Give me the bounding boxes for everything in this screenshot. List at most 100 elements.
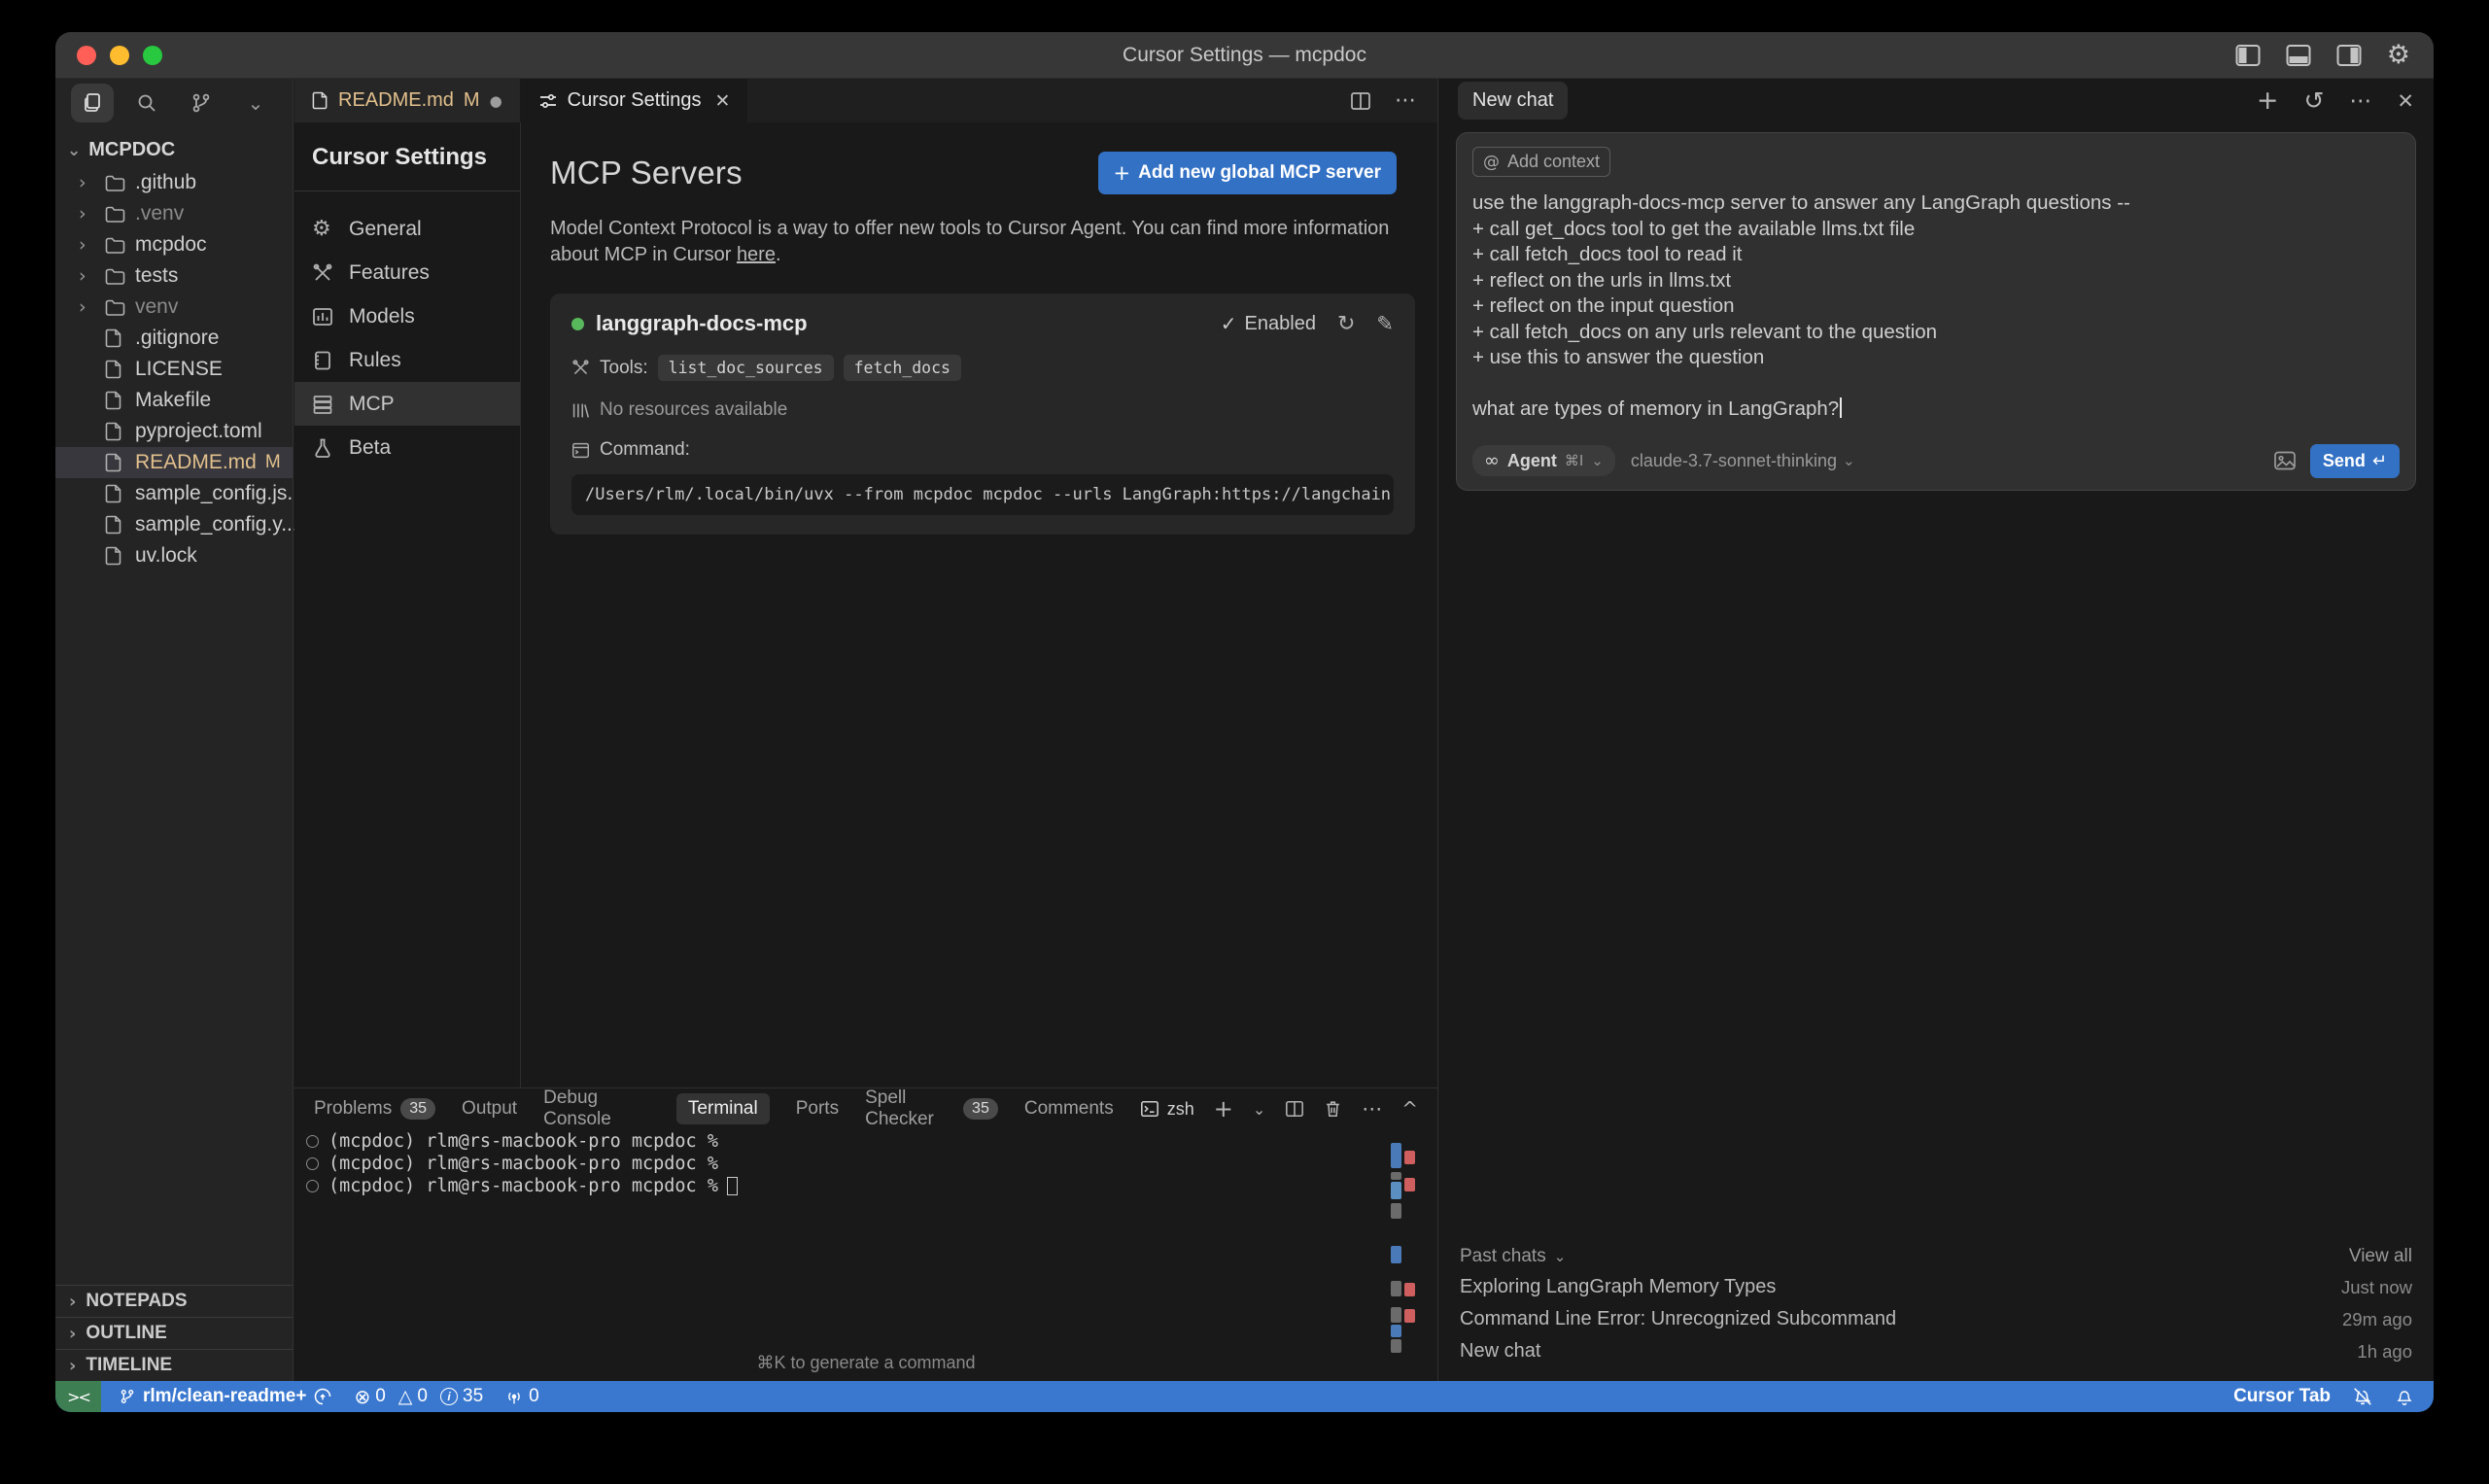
command-label: Command:: [600, 439, 690, 461]
sliders-icon: [538, 91, 558, 111]
cursor-tab-toggle[interactable]: Cursor Tab: [2233, 1386, 2331, 1407]
server-command[interactable]: /Users/rlm/.local/bin/uvx --from mcpdoc …: [571, 474, 1394, 515]
add-mcp-server-label: Add new global MCP server: [1138, 162, 1381, 184]
settings-nav-models[interactable]: Models: [294, 294, 520, 338]
settings-nav-features[interactable]: Features: [294, 251, 520, 294]
mcp-description-text: Model Context Protocol is a way to offer…: [550, 218, 1389, 265]
spell-checker-count-badge: 35: [963, 1098, 998, 1120]
chat-input-box[interactable]: @ Add context use the langgraph-docs-mcp…: [1456, 132, 2416, 491]
add-context-chip[interactable]: @ Add context: [1472, 147, 1610, 177]
unsaved-dot-icon[interactable]: ●: [490, 92, 502, 110]
ports-indicator[interactable]: 0: [504, 1386, 539, 1407]
tree-root-header[interactable]: ⌄ MCPDOC: [55, 127, 293, 167]
tree-item-makefile[interactable]: Makefile: [55, 385, 293, 416]
past-chat-item[interactable]: Exploring LangGraph Memory Types Just no…: [1460, 1271, 2412, 1303]
close-tab-icon[interactable]: ✕: [715, 90, 731, 112]
toggle-bottom-panel-icon[interactable]: [2286, 44, 2311, 67]
toggle-left-sidebar-icon[interactable]: [2235, 44, 2261, 67]
section-timeline[interactable]: › TIMELINE: [55, 1349, 293, 1381]
chevron-right-icon: ›: [69, 1292, 76, 1312]
chat-more-icon[interactable]: ⋯: [2349, 88, 2371, 114]
model-selector[interactable]: claude-3.7-sonnet-thinking ⌄: [1631, 451, 1855, 471]
tools-label: Tools:: [600, 358, 648, 379]
tree-item-readme[interactable]: README.md M: [55, 447, 293, 478]
tab-cursor-settings[interactable]: Cursor Settings ✕: [521, 79, 748, 122]
kill-terminal-icon[interactable]: [1324, 1099, 1342, 1119]
search-icon[interactable]: [125, 84, 168, 122]
tree-item-tests[interactable]: › tests: [55, 260, 293, 292]
panel-tab-output[interactable]: Output: [462, 1098, 517, 1120]
bell-icon[interactable]: [2395, 1386, 2414, 1407]
settings-nav-rules[interactable]: Rules: [294, 338, 520, 382]
view-all-link[interactable]: View all: [2349, 1246, 2412, 1267]
problems-count-badge: 35: [400, 1098, 435, 1120]
agent-mode-selector[interactable]: ∞ Agent ⌘I ⌄: [1472, 445, 1615, 476]
panel-tab-label: Problems: [314, 1098, 392, 1120]
tree-item-pyproject[interactable]: pyproject.toml: [55, 416, 293, 447]
maximize-panel-icon[interactable]: ^: [1401, 1097, 1418, 1121]
panel-tab-terminal[interactable]: Terminal: [676, 1093, 770, 1124]
panel-tab-debug-console[interactable]: Debug Console: [543, 1087, 650, 1130]
tool-chip[interactable]: fetch_docs: [844, 355, 961, 381]
panel-tab-ports[interactable]: Ports: [796, 1098, 839, 1120]
past-chats-label[interactable]: Past chats: [1460, 1246, 1546, 1267]
new-terminal-icon[interactable]: +: [1214, 1095, 1233, 1122]
section-outline[interactable]: › OUTLINE: [55, 1317, 293, 1349]
check-icon: ✓: [1221, 312, 1237, 335]
attach-image-icon[interactable]: [2273, 450, 2297, 471]
git-branch-indicator[interactable]: rlm/clean-readme+: [119, 1386, 332, 1407]
split-editor-icon[interactable]: [1350, 90, 1371, 112]
tree-item-mcpdoc[interactable]: › mcpdoc: [55, 229, 293, 260]
nav-label: Beta: [349, 436, 391, 460]
sync-changes-icon[interactable]: [313, 1387, 332, 1406]
settings-nav-mcp[interactable]: MCP: [294, 382, 520, 426]
settings-gear-icon[interactable]: ⚙: [2387, 42, 2410, 68]
shell-selector[interactable]: zsh: [1140, 1099, 1194, 1120]
tool-chip[interactable]: list_doc_sources: [658, 355, 834, 381]
remote-indicator[interactable]: ><: [55, 1381, 101, 1412]
tree-item-sample-config-js[interactable]: sample_config.js...: [55, 478, 293, 509]
tree-item-sample-config-yaml[interactable]: sample_config.y...: [55, 509, 293, 540]
notifications-muted-icon[interactable]: [2352, 1386, 2373, 1407]
tree-item-venv[interactable]: › venv: [55, 292, 293, 323]
tree-item-uvlock[interactable]: uv.lock: [55, 540, 293, 571]
send-button[interactable]: Send ↵: [2310, 444, 2400, 478]
panel-more-icon[interactable]: ⋯: [1362, 1097, 1382, 1121]
more-actions-icon[interactable]: ⋯: [1395, 88, 1416, 113]
tree-item-github[interactable]: › .github: [55, 167, 293, 198]
server-enabled-toggle[interactable]: ✓ Enabled: [1221, 312, 1316, 335]
tree-item-gitignore[interactable]: .gitignore: [55, 323, 293, 354]
model-name: claude-3.7-sonnet-thinking: [1631, 451, 1837, 471]
panel-tab-comments[interactable]: Comments: [1024, 1098, 1114, 1120]
panel-tab-spell-checker[interactable]: Spell Checker 35: [865, 1087, 998, 1130]
chat-message-text[interactable]: use the langgraph-docs-mcp server to ans…: [1472, 190, 2400, 423]
refresh-server-icon[interactable]: ↻: [1337, 312, 1355, 336]
mcp-here-link[interactable]: here: [737, 244, 776, 265]
panel-tab-problems[interactable]: Problems 35: [314, 1098, 435, 1120]
past-chat-item[interactable]: New chat 1h ago: [1460, 1335, 2412, 1367]
chat-history-icon[interactable]: ↺: [2303, 86, 2324, 115]
toggle-right-sidebar-icon[interactable]: [2336, 44, 2362, 67]
new-chat-icon[interactable]: +: [2257, 86, 2279, 116]
add-mcp-server-button[interactable]: + Add new global MCP server: [1098, 152, 1398, 194]
past-chat-item[interactable]: Command Line Error: Unrecognized Subcomm…: [1460, 1303, 2412, 1335]
tab-readme[interactable]: README.md M ●: [294, 79, 521, 122]
file-icon: [105, 515, 126, 535]
edit-server-icon[interactable]: ✎: [1376, 312, 1394, 335]
terminal-dropdown-icon[interactable]: ⌄: [1253, 1100, 1265, 1119]
section-label: OUTLINE: [86, 1323, 166, 1344]
settings-nav-general[interactable]: ⚙ General: [294, 207, 520, 251]
tree-item-license[interactable]: LICENSE: [55, 354, 293, 385]
split-terminal-icon[interactable]: [1285, 1099, 1304, 1119]
problems-indicator[interactable]: ⊗ 0 △ 0 i 35: [354, 1385, 483, 1408]
text-caret: [1840, 397, 1842, 418]
close-chat-icon[interactable]: ✕: [2397, 89, 2414, 113]
section-notepads[interactable]: › NOTEPADS: [55, 1285, 293, 1317]
tree-item-venv-hidden[interactable]: › .venv: [55, 198, 293, 229]
more-views-chevron-icon[interactable]: ⌄: [234, 84, 277, 122]
settings-nav-beta[interactable]: Beta: [294, 426, 520, 469]
chat-tab-new-chat[interactable]: New chat: [1458, 82, 1568, 120]
explorer-icon[interactable]: [71, 84, 114, 122]
terminal-output[interactable]: (mcpdoc) rlm@rs-macbook-pro mcpdoc % (mc…: [294, 1129, 1437, 1381]
source-control-icon[interactable]: [180, 84, 223, 122]
